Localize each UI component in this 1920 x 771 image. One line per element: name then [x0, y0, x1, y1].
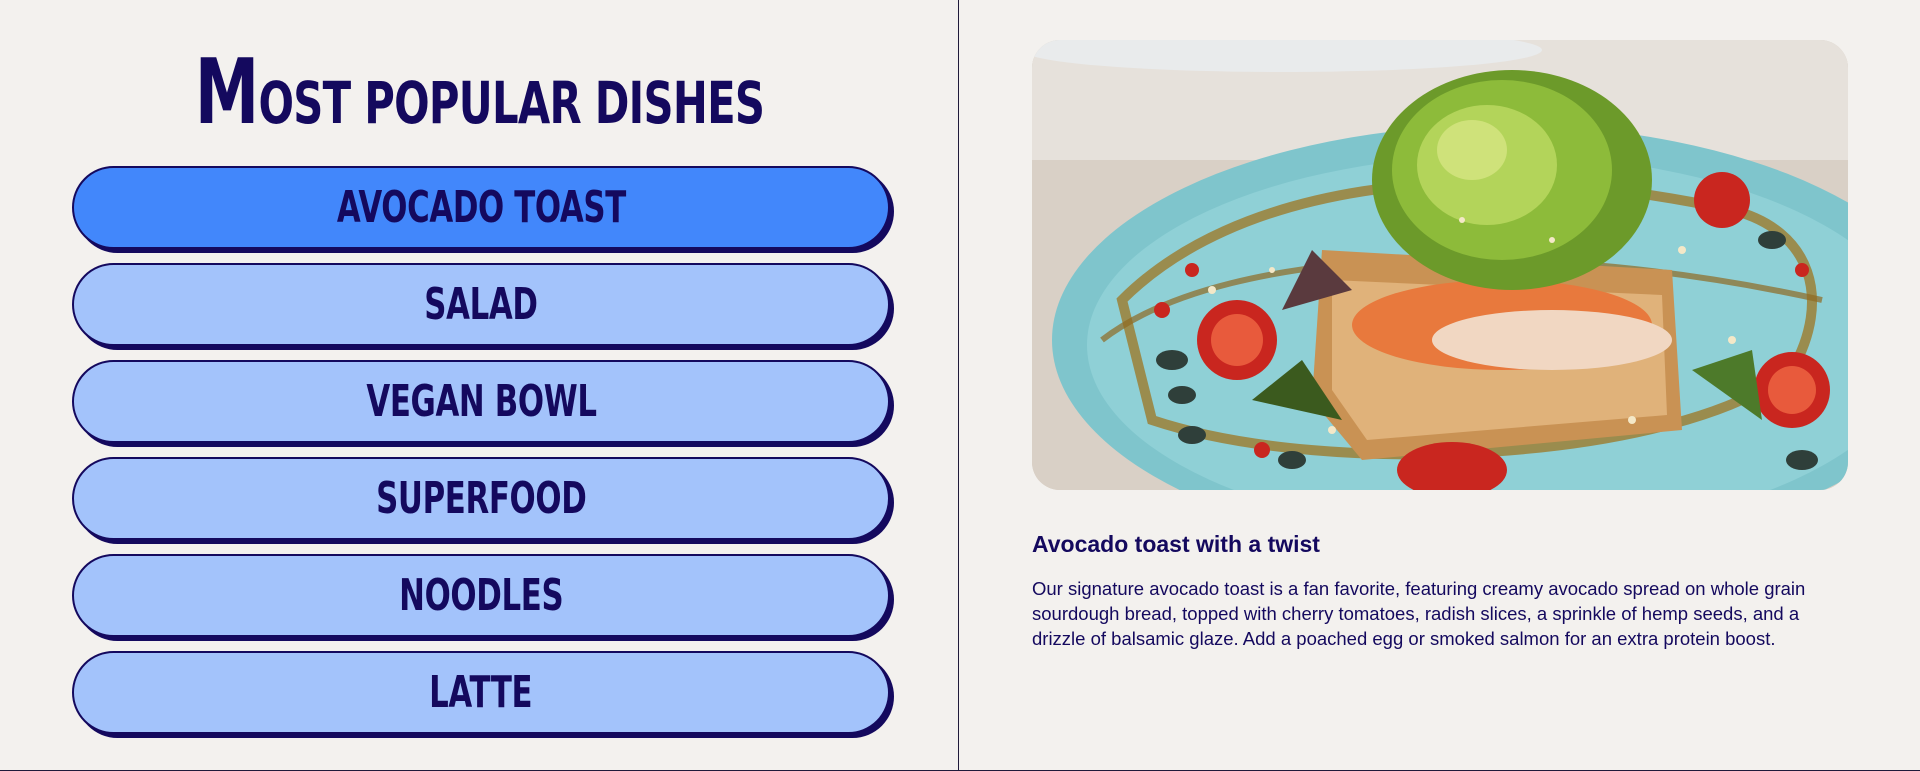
dish-label: SALAD: [424, 279, 538, 330]
dish-label: NOODLES: [398, 570, 564, 621]
dish-button-salad[interactable]: SALAD: [72, 263, 890, 346]
dish-label: VEGAN BOWL: [365, 376, 597, 427]
dish-button-vegan-bowl[interactable]: VEGAN BOWL: [72, 360, 890, 443]
title-initial: M: [194, 40, 259, 145]
dish-detail-description: Our signature avocado toast is a fan fav…: [1032, 578, 1806, 649]
dish-button-latte[interactable]: LATTE: [72, 651, 890, 734]
dish-list: AVOCADO TOAST SALAD VEGAN BOWL SUPERFOOD…: [72, 166, 890, 748]
avocado-toast-photo: [1032, 40, 1848, 490]
dish-detail-title: Avocado toast with a twist: [1032, 531, 1320, 557]
dish-button-avocado-toast[interactable]: AVOCADO TOAST: [72, 166, 890, 249]
page-title: MOST POPULAR DISHES: [134, 34, 824, 151]
dish-label: AVOCADO TOAST: [336, 182, 626, 233]
dish-label: LATTE: [429, 667, 533, 718]
title-rest: OST POPULAR DISHES: [258, 69, 765, 137]
dish-button-noodles[interactable]: NOODLES: [72, 554, 890, 637]
dish-menu-panel: MOST POPULAR DISHES AVOCADO TOAST SALAD …: [0, 0, 959, 770]
dish-detail-panel: Avocado toast with a twist Our signature…: [960, 0, 1920, 770]
dish-label: SUPERFOOD: [375, 473, 587, 524]
dish-button-superfood[interactable]: SUPERFOOD: [72, 457, 890, 540]
food-illustration: [1032, 40, 1848, 490]
page: MOST POPULAR DISHES AVOCADO TOAST SALAD …: [0, 0, 1920, 771]
